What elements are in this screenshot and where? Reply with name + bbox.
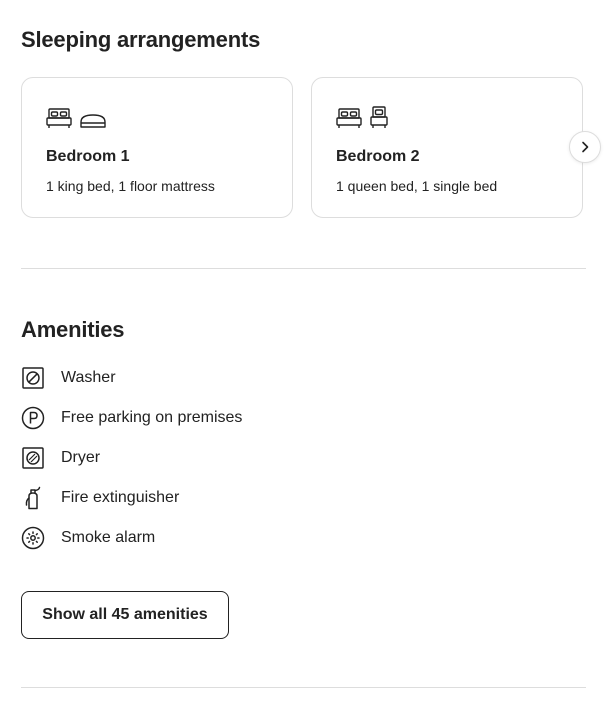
amenities-title: Amenities <box>21 317 125 342</box>
show-all-amenities-button[interactable]: Show all 45 amenities <box>21 591 229 639</box>
amenity-label: Washer <box>61 369 116 386</box>
room-card-bedroom-2[interactable]: Bedroom 2 1 queen bed, 1 single bed <box>311 77 583 218</box>
amenity-washer: Washer <box>21 366 116 390</box>
sleeping-carousel: Bedroom 1 1 king bed, 1 floor mattress B… <box>21 77 608 221</box>
sleeping-arrangements-title: Sleeping arrangements <box>21 27 261 52</box>
washer-icon <box>21 366 45 390</box>
room-beds: 1 queen bed, 1 single bed <box>336 178 498 194</box>
room-name: Bedroom 1 <box>46 148 130 165</box>
section-divider <box>21 268 586 269</box>
room-beds: 1 king bed, 1 floor mattress <box>46 178 215 194</box>
room-name: Bedroom 2 <box>336 148 420 165</box>
queen-bed-icon <box>336 107 362 129</box>
amenity-label: Fire extinguisher <box>61 489 180 506</box>
amenity-dryer: Dryer <box>21 446 100 470</box>
smoke-alarm-icon <box>21 526 45 550</box>
amenity-label: Smoke alarm <box>61 529 156 546</box>
section-divider <box>21 687 586 688</box>
king-bed-icon <box>46 107 72 129</box>
room-card-bedroom-1[interactable]: Bedroom 1 1 king bed, 1 floor mattress <box>21 77 293 218</box>
fire-extinguisher-icon <box>21 486 45 510</box>
single-bed-icon <box>370 105 388 129</box>
parking-icon <box>21 406 45 430</box>
floor-mattress-icon <box>80 113 106 129</box>
amenity-fire-extinguisher: Fire extinguisher <box>21 486 179 510</box>
carousel-next-button[interactable] <box>569 131 601 163</box>
dryer-icon <box>21 446 45 470</box>
amenity-parking: Free parking on premises <box>21 406 242 430</box>
amenity-smoke-alarm: Smoke alarm <box>21 526 155 550</box>
chevron-right-icon <box>579 141 591 153</box>
amenity-label: Dryer <box>61 449 101 466</box>
amenity-label: Free parking on premises <box>61 409 243 426</box>
